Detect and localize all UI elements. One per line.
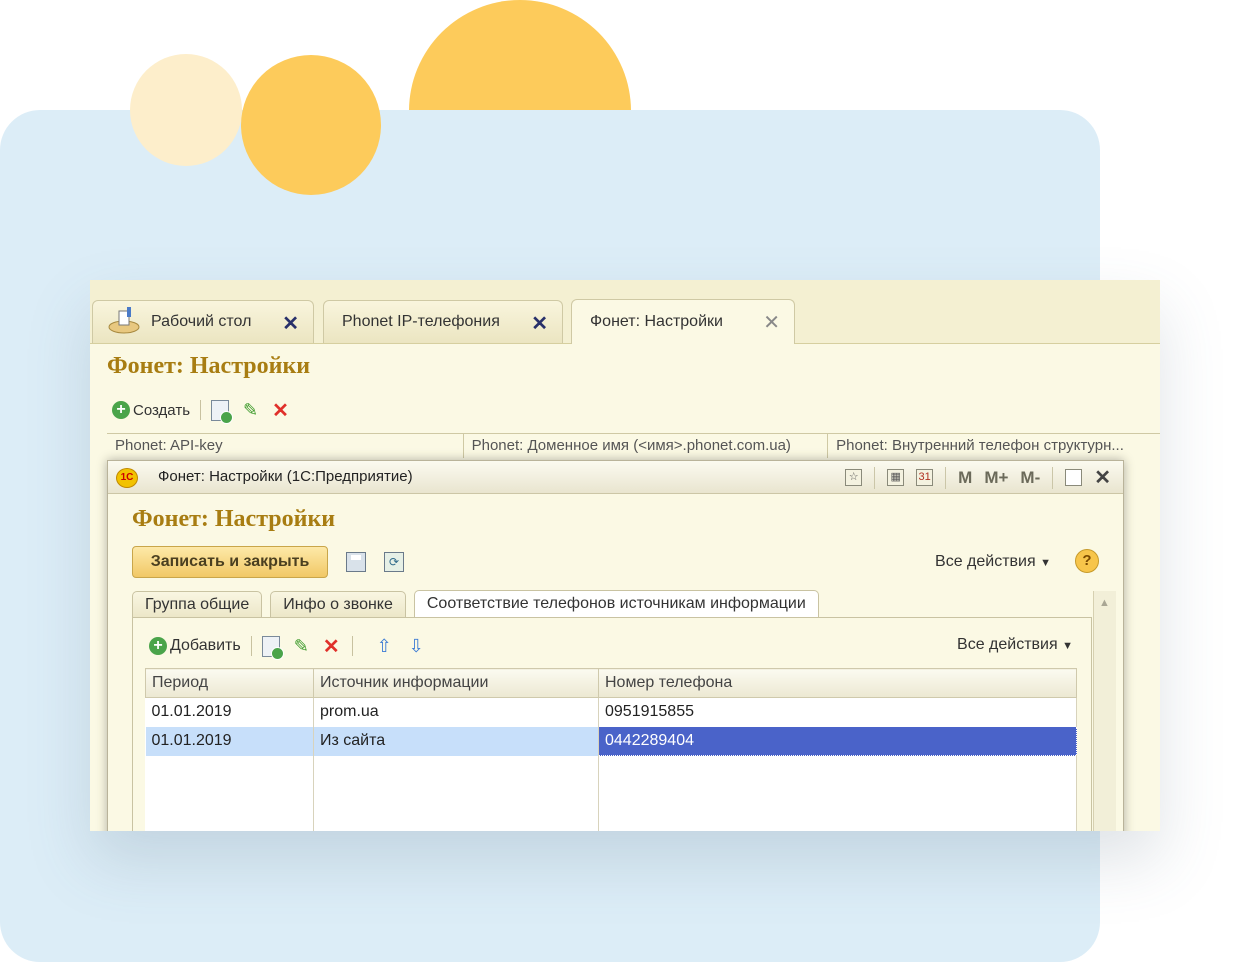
column-header[interactable]: Phonet: Внутренний телефон структурн... <box>828 434 1160 458</box>
delete-icon[interactable]: ✕ <box>272 398 289 423</box>
column-header-source[interactable]: Источник информации <box>313 668 599 698</box>
mapping-table: Период Источник информации Номер телефон… <box>145 668 1077 831</box>
table-row-selected[interactable]: 01.01.2019 Из сайта 0442289404 <box>145 726 1077 756</box>
1c-logo-icon: 1С <box>116 468 138 488</box>
settings-dialog: 1С Фонет: Настройки (1С:Предприятие) ☆ ▦… <box>107 460 1124 831</box>
toolbar-separator <box>351 636 353 656</box>
vertical-scrollbar[interactable]: ▲ <box>1093 591 1116 831</box>
dialog-title: Фонет: Настройки (1С:Предприятие) <box>158 468 413 485</box>
empty-cell <box>598 755 1077 831</box>
app-screenshot: Рабочий стол ✕ Phonet IP-телефония ✕ Фон… <box>90 280 1160 831</box>
page-title: Фонет: Настройки <box>107 353 311 379</box>
chevron-down-icon: ▼ <box>1062 640 1073 652</box>
column-header[interactable]: Phonet: API-key <box>107 434 464 458</box>
empty-cell <box>145 755 314 831</box>
tab-label: Рабочий стол <box>151 313 252 330</box>
list-header: Phonet: API-key Phonet: Доменное имя (<и… <box>107 433 1160 458</box>
calendar-icon[interactable]: 31 <box>916 469 934 486</box>
cell-phone-selected[interactable]: 0442289404 <box>598 726 1077 756</box>
create-button[interactable]: + Создать <box>112 401 190 419</box>
maximize-icon[interactable] <box>1065 469 1083 486</box>
tab-label: Фонет: Настройки <box>590 313 723 330</box>
add-label: Добавить <box>170 637 241 654</box>
delete-icon[interactable]: ✕ <box>323 634 340 659</box>
plus-icon: + <box>149 637 167 655</box>
decor-circle-yellow <box>409 0 631 110</box>
move-down-icon[interactable]: ⇩ <box>409 637 427 655</box>
move-up-icon[interactable]: ⇧ <box>377 637 395 655</box>
toolbar-separator <box>200 400 202 420</box>
desktop-home-icon <box>108 307 140 334</box>
cell-period[interactable]: 01.01.2019 <box>145 726 314 756</box>
toolbar-separator <box>250 636 252 656</box>
scroll-up-icon[interactable]: ▲ <box>1099 597 1110 609</box>
memory-minus-button[interactable]: M- <box>1020 468 1040 488</box>
all-actions-label: Все действия <box>957 636 1058 653</box>
empty-cell <box>313 755 599 831</box>
refresh-icon[interactable]: ⟳ <box>384 552 404 572</box>
panel-toolbar: + Добавить ✎ ✕ ⇧ ⇩ <box>149 634 427 660</box>
tab-desktop[interactable]: Рабочий стол ✕ <box>92 300 314 343</box>
column-header-phone[interactable]: Номер телефона <box>598 668 1077 698</box>
close-icon[interactable]: ✕ <box>531 311 548 336</box>
copy-icon[interactable] <box>211 399 234 424</box>
tab-phone-source-mapping[interactable]: Соответствие телефонов источникам информ… <box>413 590 819 618</box>
close-icon[interactable]: ✕ <box>1094 465 1111 490</box>
toolbar-separator <box>1052 466 1054 489</box>
all-actions-menu[interactable]: Все действия ▼ <box>935 553 1051 571</box>
copy-icon[interactable] <box>261 635 284 660</box>
toolbar-separator <box>945 466 947 489</box>
tab-call-info[interactable]: Инфо о звонке <box>270 591 406 617</box>
edit-icon[interactable]: ✎ <box>294 636 309 657</box>
dialog-heading: Фонет: Настройки <box>132 506 336 532</box>
dialog-tabs: Группа общие Инфо о звонке Соответствие … <box>132 590 827 618</box>
table-empty-area <box>145 755 1077 831</box>
tab-label: Phonet IP-телефония <box>342 313 500 330</box>
memory-button[interactable]: M <box>958 468 972 488</box>
panel-all-actions-menu[interactable]: Все действия ▼ <box>957 636 1073 654</box>
table-row[interactable]: 01.01.2019 prom.ua 0951915855 <box>145 697 1077 727</box>
cell-phone[interactable]: 0951915855 <box>598 697 1077 727</box>
plus-icon: + <box>112 401 130 419</box>
window-tabbar: Рабочий стол ✕ Phonet IP-телефония ✕ Фон… <box>90 280 1160 344</box>
toolbar-separator <box>874 466 876 489</box>
memory-plus-button[interactable]: M+ <box>984 468 1008 488</box>
tab-phonet-settings[interactable]: Фонет: Настройки ✕ <box>571 299 795 344</box>
create-label: Создать <box>133 401 191 419</box>
help-icon[interactable]: ? <box>1075 549 1099 573</box>
decor-circle-yellow-small <box>241 55 381 195</box>
save-icon[interactable] <box>346 552 366 572</box>
column-header-period[interactable]: Период <box>145 668 314 698</box>
close-icon[interactable]: ✕ <box>282 311 299 336</box>
cell-source[interactable]: Из сайта <box>313 726 599 756</box>
decor-circle-light-overlap <box>130 110 242 166</box>
dialog-titlebar: 1С Фонет: Настройки (1С:Предприятие) ☆ ▦… <box>108 461 1123 494</box>
calculator-icon[interactable]: ▦ <box>887 469 905 486</box>
all-actions-label: Все действия <box>935 553 1036 570</box>
save-and-close-button[interactable]: Записать и закрыть <box>132 546 328 578</box>
tab-general-group[interactable]: Группа общие <box>132 591 263 617</box>
mapping-panel: + Добавить ✎ ✕ ⇧ ⇩ Все действия ▼ Период <box>132 617 1092 831</box>
titlebar-tools: ☆ ▦ 31 M M+ M- ✕ <box>845 465 1111 490</box>
chevron-down-icon: ▼ <box>1040 557 1051 569</box>
favorite-icon[interactable]: ☆ <box>845 469 863 486</box>
add-button[interactable]: + Добавить <box>149 637 241 655</box>
edit-icon[interactable]: ✎ <box>243 400 258 421</box>
cell-source[interactable]: prom.ua <box>313 697 599 727</box>
list-toolbar: + Создать ✎ ✕ <box>112 398 289 424</box>
close-icon[interactable]: ✕ <box>763 310 780 335</box>
column-header[interactable]: Phonet: Доменное имя (<имя>.phonet.com.u… <box>464 434 829 458</box>
tab-phonet-ip[interactable]: Phonet IP-телефония ✕ <box>323 300 563 343</box>
cell-period[interactable]: 01.01.2019 <box>145 697 314 727</box>
